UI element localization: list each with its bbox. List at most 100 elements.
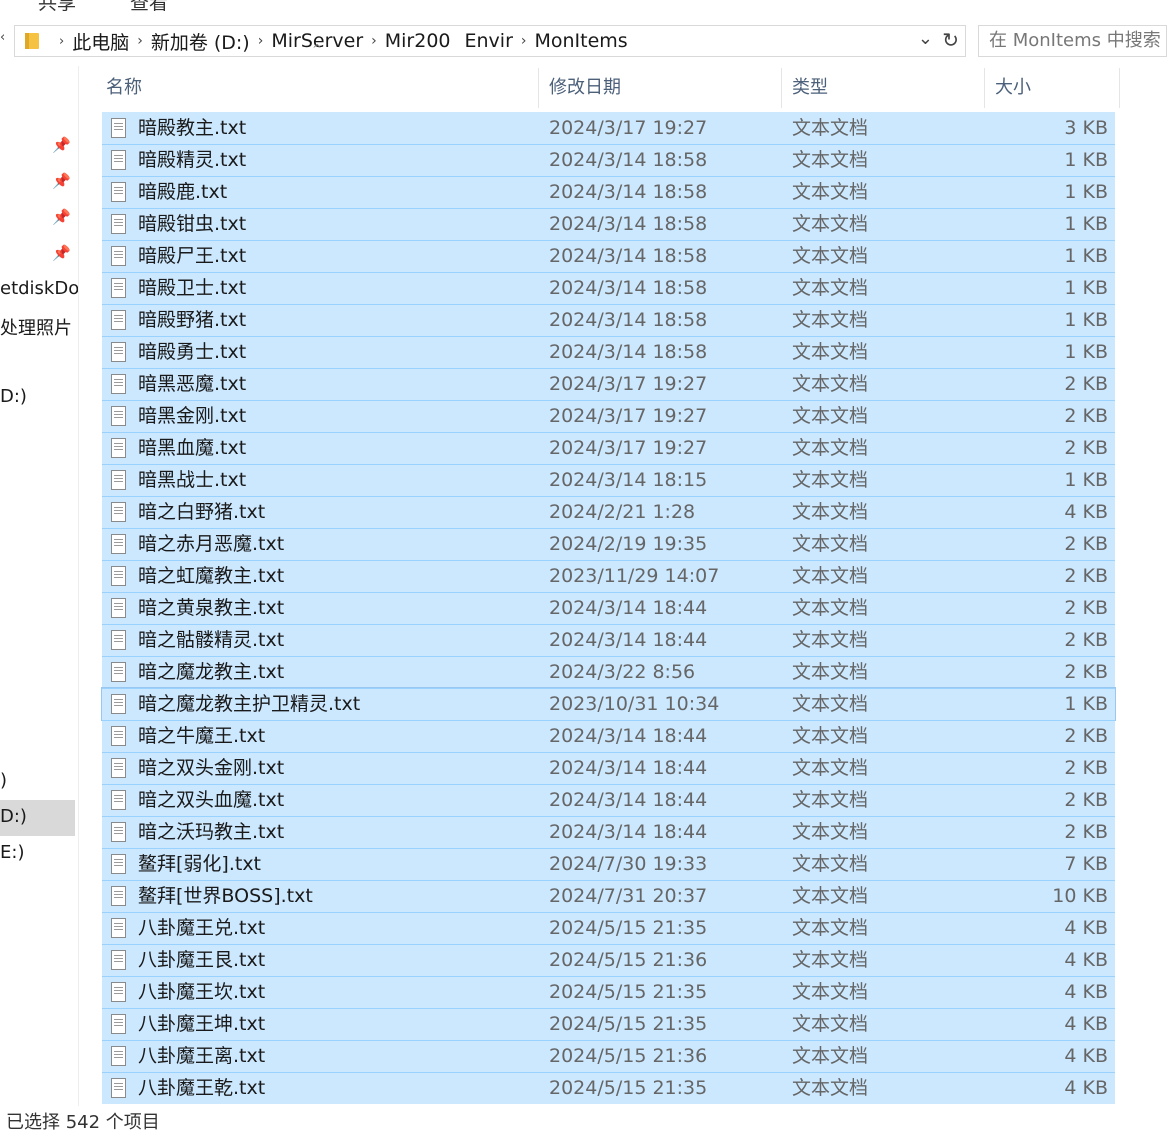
text-file-icon [111, 694, 126, 714]
file-row[interactable]: 八卦魔王坎.txt 2024/5/15 21:35 文本文档 4 KB [102, 976, 1115, 1008]
file-row[interactable]: 暗殿野猪.txt 2024/3/14 18:58 文本文档 1 KB [102, 304, 1115, 336]
file-row[interactable]: 暗黑恶魔.txt 2024/3/17 19:27 文本文档 2 KB [102, 368, 1115, 400]
file-date: 2024/3/14 18:44 [549, 629, 708, 651]
file-row[interactable]: 暗黑金刚.txt 2024/3/17 19:27 文本文档 2 KB [102, 400, 1115, 432]
column-divider[interactable] [538, 68, 539, 108]
file-row[interactable]: 暗之双头血魔.txt 2024/3/14 18:44 文本文档 2 KB [102, 784, 1115, 816]
refresh-icon[interactable]: ↻ [942, 28, 959, 52]
file-name: 暗黑恶魔.txt [138, 373, 247, 395]
chevron-right-icon[interactable]: › [513, 33, 535, 49]
column-name[interactable]: 名称 [100, 68, 538, 108]
file-row[interactable]: 暗之黄泉教主.txt 2024/3/14 18:44 文本文档 2 KB [102, 592, 1115, 624]
breadcrumb-drive[interactable]: 新加卷 (D:) [151, 26, 250, 56]
file-type: 文本文档 [792, 245, 869, 267]
search-input[interactable]: 在 MonItems 中搜索 [978, 25, 1167, 57]
file-size: 1 KB [1064, 245, 1108, 267]
pin-icon[interactable]: 📌 [52, 208, 71, 226]
file-name: 暗殿野猪.txt [138, 309, 247, 331]
file-name: 八卦魔王坤.txt [138, 1013, 266, 1035]
file-row[interactable]: 暗黑血魔.txt 2024/3/17 19:27 文本文档 2 KB [102, 432, 1115, 464]
file-date: 2023/10/31 10:34 [549, 693, 720, 715]
file-row[interactable]: 暗殿教主.txt 2024/3/17 19:27 文本文档 3 KB [102, 112, 1115, 144]
column-size[interactable]: 大小 [989, 68, 1119, 108]
column-divider[interactable] [984, 68, 985, 108]
file-date: 2024/3/17 19:27 [549, 373, 708, 395]
file-row[interactable]: 暗之双头金刚.txt 2024/3/14 18:44 文本文档 2 KB [102, 752, 1115, 784]
pin-icon[interactable]: 📌 [52, 244, 71, 262]
nav-item-netdisk[interactable]: etdiskDo [0, 278, 78, 299]
file-row[interactable]: 暗之虹魔教主.txt 2023/11/29 14:07 文本文档 2 KB [102, 560, 1115, 592]
file-row[interactable]: 鳌拜[弱化].txt 2024/7/30 19:33 文本文档 7 KB [102, 848, 1115, 880]
file-row[interactable]: 暗殿卫士.txt 2024/3/14 18:58 文本文档 1 KB [102, 272, 1115, 304]
file-row[interactable]: 暗黑战士.txt 2024/3/14 18:15 文本文档 1 KB [102, 464, 1115, 496]
file-row[interactable]: 暗殿鹿.txt 2024/3/14 18:58 文本文档 1 KB [102, 176, 1115, 208]
file-row[interactable]: 暗之骷髅精灵.txt 2024/3/14 18:44 文本文档 2 KB [102, 624, 1115, 656]
column-type[interactable]: 类型 [786, 68, 984, 108]
pin-icon[interactable]: 📌 [52, 136, 71, 154]
file-row[interactable]: 暗之牛魔王.txt 2024/3/14 18:44 文本文档 2 KB [102, 720, 1115, 752]
nav-item-drive-d-quick[interactable]: D:) [0, 386, 27, 407]
file-size: 2 KB [1064, 597, 1108, 619]
nav-item-drive-d[interactable]: D:) [0, 806, 27, 827]
address-bar[interactable]: › 此电脑 › 新加卷 (D:) › MirServer › Mir200 En… [14, 25, 966, 57]
breadcrumb-monitems[interactable]: MonItems [535, 26, 628, 56]
chevron-left-icon[interactable]: ‹ [0, 30, 5, 45]
address-row: ‹ › 此电脑 › 新加卷 (D:) › MirServer › Mir200 … [0, 24, 1169, 60]
file-name: 暗殿钳虫.txt [138, 213, 247, 235]
text-file-icon [111, 246, 126, 266]
chevron-right-icon[interactable]: › [129, 33, 151, 49]
file-name: 暗殿教主.txt [138, 117, 247, 139]
chevron-down-icon[interactable]: ⌄ [918, 28, 933, 49]
file-row[interactable]: 暗之赤月恶魔.txt 2024/2/19 19:35 文本文档 2 KB [102, 528, 1115, 560]
file-row[interactable]: 八卦魔王离.txt 2024/5/15 21:36 文本文档 4 KB [102, 1040, 1115, 1072]
file-size: 1 KB [1064, 213, 1108, 235]
file-row[interactable]: 暗殿尸王.txt 2024/3/14 18:58 文本文档 1 KB [102, 240, 1115, 272]
nav-item-drive-e[interactable]: E:) [0, 842, 24, 863]
breadcrumb-envir[interactable]: Envir [465, 26, 513, 56]
text-file-icon [111, 406, 126, 426]
text-file-icon [111, 470, 126, 490]
file-row[interactable]: 八卦魔王乾.txt 2024/5/15 21:35 文本文档 4 KB [102, 1072, 1115, 1104]
tab-share[interactable]: 共享 [38, 0, 76, 15]
file-list: 暗殿教主.txt 2024/3/17 19:27 文本文档 3 KB 暗殿精灵.txt 2… [101, 112, 1116, 1104]
file-row[interactable]: 暗之沃玛教主.txt 2024/3/14 18:44 文本文档 2 KB [102, 816, 1115, 848]
tab-view[interactable]: 查看 [130, 0, 168, 15]
file-size: 2 KB [1064, 661, 1108, 683]
file-name: 暗殿卫士.txt [138, 277, 247, 299]
file-row[interactable]: 八卦魔王坤.txt 2024/5/15 21:35 文本文档 4 KB [102, 1008, 1115, 1040]
file-type: 文本文档 [792, 949, 869, 971]
nav-item-photos[interactable]: 处理照片 [0, 314, 72, 340]
file-row[interactable]: 暗殿精灵.txt 2024/3/14 18:58 文本文档 1 KB [102, 144, 1115, 176]
chevron-right-icon[interactable]: › [250, 33, 272, 49]
pin-icon[interactable]: 📌 [52, 172, 71, 190]
chevron-right-icon[interactable]: › [51, 34, 72, 49]
text-file-icon [111, 950, 126, 970]
file-row[interactable]: 暗殿勇士.txt 2024/3/14 18:58 文本文档 1 KB [102, 336, 1115, 368]
file-name: 暗之双头金刚.txt [138, 757, 285, 779]
file-row[interactable]: 暗之白野猪.txt 2024/2/21 1:28 文本文档 4 KB [102, 496, 1115, 528]
file-row[interactable]: 八卦魔王兑.txt 2024/5/15 21:35 文本文档 4 KB [102, 912, 1115, 944]
nav-item-drive-c[interactable]: ) [0, 770, 7, 791]
file-row[interactable]: 暗殿钳虫.txt 2024/3/14 18:58 文本文档 1 KB [102, 208, 1115, 240]
file-row[interactable]: 暗之魔龙教主.txt 2024/3/22 8:56 文本文档 2 KB [102, 656, 1115, 688]
file-type: 文本文档 [792, 501, 869, 523]
breadcrumb-mir200[interactable]: Mir200 [385, 26, 451, 56]
file-row[interactable]: 暗之魔龙教主护卫精灵.txt 2023/10/31 10:34 文本文档 1 KB [101, 687, 1116, 721]
chevron-right-icon[interactable]: › [363, 33, 385, 49]
file-type: 文本文档 [792, 437, 869, 459]
file-name: 八卦魔王离.txt [138, 1045, 266, 1067]
breadcrumb-this-pc[interactable]: 此电脑 [72, 26, 129, 56]
file-date: 2024/3/14 18:44 [549, 757, 708, 779]
column-date[interactable]: 修改日期 [543, 68, 781, 108]
file-name: 暗殿精灵.txt [138, 149, 247, 171]
column-divider[interactable] [781, 68, 782, 108]
file-row[interactable]: 鳌拜[世界BOSS].txt 2024/7/31 20:37 文本文档 10 KB [102, 880, 1115, 912]
file-name: 鳌拜[弱化].txt [138, 853, 262, 875]
file-name: 鳌拜[世界BOSS].txt [138, 885, 313, 907]
file-type: 文本文档 [792, 149, 869, 171]
file-date: 2024/3/14 18:15 [549, 469, 708, 491]
file-date: 2024/3/14 18:58 [549, 213, 708, 235]
column-divider[interactable] [1119, 68, 1120, 108]
sort-ascending-icon: ^ [312, 42, 323, 56]
file-row[interactable]: 八卦魔王艮.txt 2024/5/15 21:36 文本文档 4 KB [102, 944, 1115, 976]
